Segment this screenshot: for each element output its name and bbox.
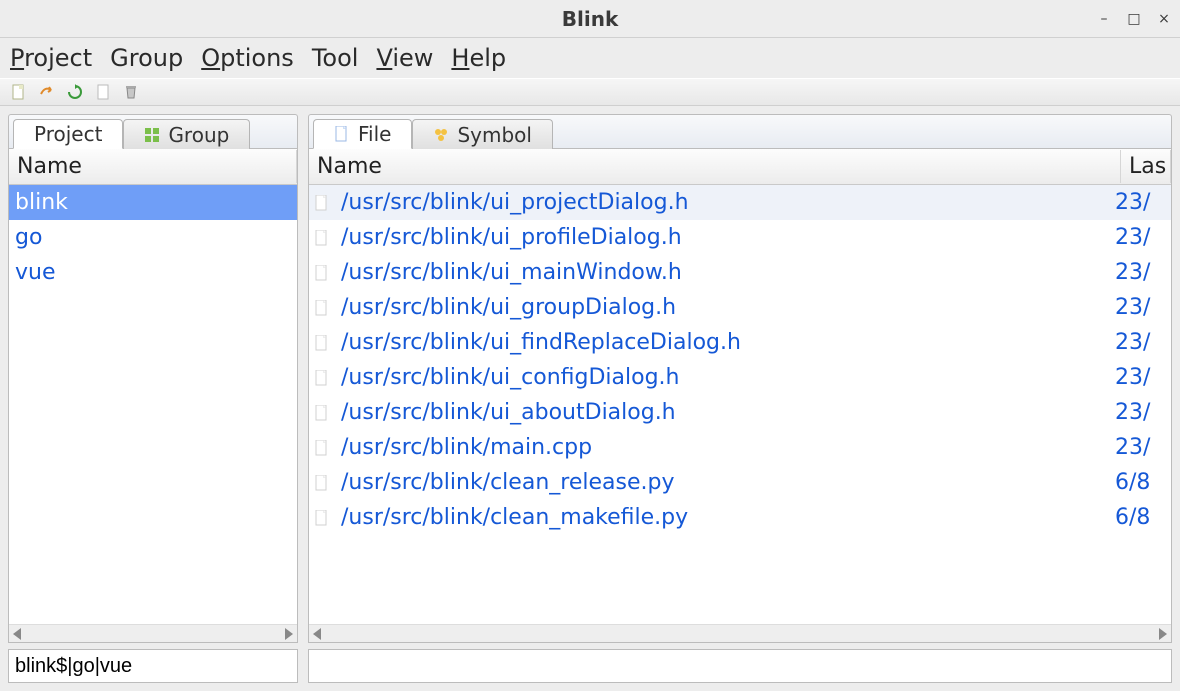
- left-col-name: Name: [9, 150, 297, 183]
- file-icon: [315, 335, 333, 351]
- file-path: /usr/src/blink/ui_projectDialog.h: [341, 190, 689, 215]
- close-button[interactable]: ×: [1156, 11, 1172, 27]
- maximize-button[interactable]: □: [1126, 11, 1142, 27]
- menu-view[interactable]: View: [376, 44, 433, 72]
- file-list-item[interactable]: /usr/src/blink/ui_mainWindow.h 23/: [309, 255, 1171, 290]
- file-list-item[interactable]: /usr/src/blink/clean_release.py 6/8: [309, 465, 1171, 500]
- open-arrow-icon[interactable]: [38, 83, 56, 101]
- tab-project[interactable]: Project: [13, 119, 123, 149]
- right-content: Name Las /usr/src/blink/ui_projectDialog…: [308, 148, 1172, 643]
- file-path: /usr/src/blink/ui_groupDialog.h: [341, 295, 676, 320]
- file-list-item[interactable]: /usr/src/blink/ui_profileDialog.h 23/: [309, 220, 1171, 255]
- file-last-modified: 23/: [1115, 295, 1165, 320]
- project-list: blinkgovue: [9, 185, 297, 624]
- tab-symbol[interactable]: Symbol: [412, 119, 553, 149]
- tab-group-label: Group: [168, 123, 229, 147]
- file-list-item[interactable]: /usr/src/blink/clean_makefile.py 6/8: [309, 500, 1171, 535]
- window-controls: – □ ×: [1096, 0, 1172, 37]
- project-list-item[interactable]: blink: [9, 185, 297, 220]
- project-list-item[interactable]: go: [9, 220, 297, 255]
- file-last-modified: 23/: [1115, 225, 1165, 250]
- right-col-name: Name: [309, 150, 1121, 183]
- file-path: /usr/src/blink/clean_makefile.py: [341, 505, 688, 530]
- titlebar: Blink – □ ×: [0, 0, 1180, 38]
- file-icon: [315, 370, 333, 386]
- refresh-icon[interactable]: [66, 83, 84, 101]
- menu-tool[interactable]: Tool: [312, 44, 359, 72]
- file-last-modified: 23/: [1115, 435, 1165, 460]
- minimize-button[interactable]: –: [1096, 11, 1112, 27]
- right-panel: File Symbol Name Las /usr/src/blink/ui_p…: [308, 114, 1172, 683]
- file-last-modified: 23/: [1115, 330, 1165, 355]
- file-icon: [315, 440, 333, 456]
- file-path: /usr/src/blink/ui_aboutDialog.h: [341, 400, 676, 425]
- file-path: /usr/src/blink/ui_configDialog.h: [341, 365, 679, 390]
- page-icon[interactable]: [94, 83, 112, 101]
- tab-symbol-label: Symbol: [457, 123, 532, 147]
- right-column-header[interactable]: Name Las: [309, 149, 1171, 185]
- file-last-modified: 6/8: [1115, 505, 1165, 530]
- right-filter-input-wrap[interactable]: [308, 649, 1172, 683]
- file-list-item[interactable]: /usr/src/blink/ui_configDialog.h 23/: [309, 360, 1171, 395]
- file-last-modified: 23/: [1115, 260, 1165, 285]
- left-column-header[interactable]: Name: [9, 149, 297, 185]
- window-title: Blink: [562, 7, 619, 31]
- menu-help-rest: elp: [469, 44, 506, 72]
- file-list-item[interactable]: /usr/src/blink/ui_groupDialog.h 23/: [309, 290, 1171, 325]
- file-path: /usr/src/blink/ui_findReplaceDialog.h: [341, 330, 741, 355]
- file-list-item[interactable]: /usr/src/blink/ui_findReplaceDialog.h 23/: [309, 325, 1171, 360]
- left-panel: Project Group Name blinkgovue: [8, 114, 298, 683]
- file-path: /usr/src/blink/main.cpp: [341, 435, 592, 460]
- file-icon: [334, 126, 350, 142]
- file-last-modified: 23/: [1115, 365, 1165, 390]
- trash-icon[interactable]: [122, 83, 140, 101]
- file-icon: [315, 510, 333, 526]
- file-list-item[interactable]: /usr/src/blink/ui_aboutDialog.h 23/: [309, 395, 1171, 430]
- left-filter-input-wrap[interactable]: [8, 649, 298, 683]
- right-filter-input[interactable]: [315, 655, 1165, 678]
- left-content: Name blinkgovue: [8, 148, 298, 643]
- file-last-modified: 23/: [1115, 190, 1165, 215]
- right-hscrollbar[interactable]: [309, 624, 1171, 642]
- right-col-last: Las: [1121, 150, 1171, 183]
- file-icon: [315, 230, 333, 246]
- menu-view-rest: iew: [392, 44, 433, 72]
- file-list-item[interactable]: /usr/src/blink/ui_projectDialog.h 23/: [309, 185, 1171, 220]
- menu-project[interactable]: Project: [10, 44, 92, 72]
- group-icon: [144, 127, 160, 143]
- file-icon: [315, 300, 333, 316]
- new-file-icon[interactable]: [10, 83, 28, 101]
- toolbar: [0, 78, 1180, 106]
- tab-file-label: File: [358, 122, 391, 146]
- left-filter-input[interactable]: [15, 655, 291, 678]
- file-icon: [315, 195, 333, 211]
- tab-file[interactable]: File: [313, 119, 412, 149]
- right-tabstrip: File Symbol: [308, 114, 1172, 148]
- file-last-modified: 23/: [1115, 400, 1165, 425]
- menu-options[interactable]: Options: [201, 44, 294, 72]
- file-icon: [315, 265, 333, 281]
- menu-project-rest: roject: [24, 44, 92, 72]
- menu-options-rest: ptions: [220, 44, 294, 72]
- menu-group[interactable]: Group: [110, 44, 183, 72]
- menubar: Project Group Options Tool View Help: [0, 38, 1180, 78]
- left-hscrollbar[interactable]: [9, 624, 297, 642]
- file-path: /usr/src/blink/clean_release.py: [341, 470, 674, 495]
- tab-project-label: Project: [34, 122, 102, 146]
- file-list: /usr/src/blink/ui_projectDialog.h23//usr…: [309, 185, 1171, 624]
- menu-help[interactable]: Help: [451, 44, 506, 72]
- file-path: /usr/src/blink/ui_mainWindow.h: [341, 260, 682, 285]
- main-area: Project Group Name blinkgovue: [0, 106, 1180, 691]
- file-last-modified: 6/8: [1115, 470, 1165, 495]
- app-window: Blink – □ × Project Group Options Tool V…: [0, 0, 1180, 691]
- file-list-item[interactable]: /usr/src/blink/main.cpp 23/: [309, 430, 1171, 465]
- file-icon: [315, 405, 333, 421]
- symbol-icon: [433, 127, 449, 143]
- left-tabstrip: Project Group: [8, 114, 298, 148]
- file-icon: [315, 475, 333, 491]
- project-list-item[interactable]: vue: [9, 255, 297, 290]
- tab-group[interactable]: Group: [123, 119, 250, 149]
- file-path: /usr/src/blink/ui_profileDialog.h: [341, 225, 682, 250]
